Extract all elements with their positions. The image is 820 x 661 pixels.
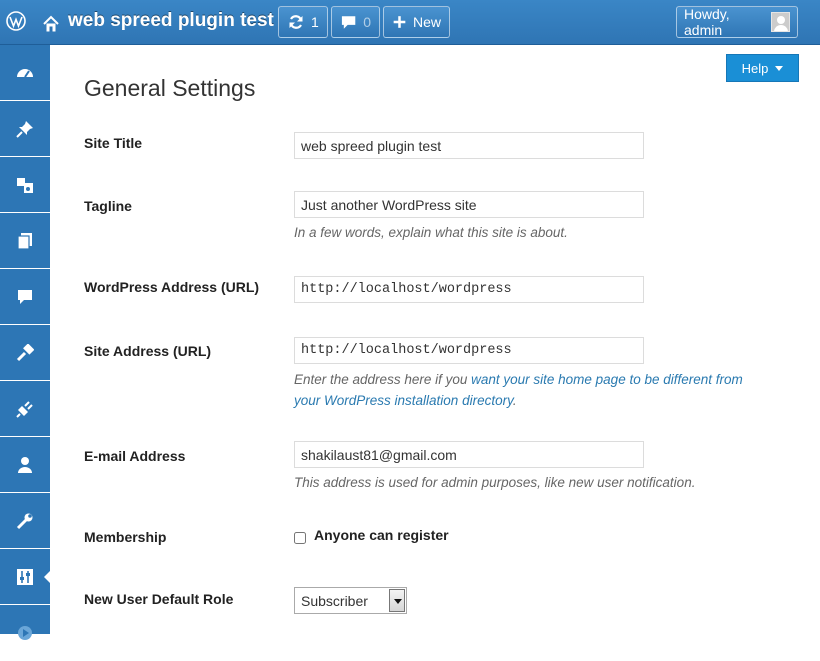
default-role-label: New User Default Role xyxy=(84,591,234,607)
email-label: E-mail Address xyxy=(84,448,186,464)
comments-button[interactable]: 0 xyxy=(331,6,380,38)
pages-icon xyxy=(17,232,32,250)
wp-address-label: WordPress Address (URL) xyxy=(84,279,260,295)
site-address-label: Site Address (URL) xyxy=(84,343,212,359)
anyone-can-register-checkbox[interactable] xyxy=(294,532,306,544)
avatar xyxy=(771,12,790,32)
menu-dashboard[interactable] xyxy=(0,45,50,101)
menu-posts[interactable] xyxy=(0,101,50,157)
default-role-select[interactable]: Subscriber xyxy=(294,587,407,614)
refresh-icon xyxy=(289,15,303,29)
menu-settings[interactable] xyxy=(0,549,50,605)
comments-count: 0 xyxy=(363,14,371,30)
site-address-description: Enter the address here if you want your … xyxy=(294,369,794,411)
comments-icon xyxy=(18,289,32,304)
anyone-can-register-label[interactable]: Anyone can register xyxy=(314,527,449,543)
site-address-help-link-2[interactable]: your WordPress installation directory xyxy=(294,393,513,408)
new-content-button[interactable]: New xyxy=(383,6,450,38)
users-icon xyxy=(18,456,32,473)
default-role-value: Subscriber xyxy=(301,593,368,609)
tools-icon xyxy=(16,513,33,529)
updates-count: 1 xyxy=(311,14,319,30)
collapse-icon xyxy=(18,626,32,640)
menu-media[interactable] xyxy=(0,157,50,213)
site-address-description-suffix: . xyxy=(512,393,517,408)
page-title: General Settings xyxy=(84,75,256,101)
tagline-description: In a few words, explain what this site i… xyxy=(294,225,568,240)
appearance-icon xyxy=(16,343,34,361)
menu-users[interactable] xyxy=(0,437,50,493)
plus-icon xyxy=(393,16,406,28)
site-title-label: Site Title xyxy=(84,135,143,151)
my-account-button[interactable]: Howdy, admin xyxy=(676,6,798,38)
site-title-link[interactable]: web spreed plugin test xyxy=(68,10,274,32)
dashboard-icon xyxy=(17,68,33,78)
home-icon[interactable] xyxy=(42,15,60,33)
site-address-description-prefix: Enter the address here if you xyxy=(294,372,472,387)
menu-pages[interactable] xyxy=(0,213,50,269)
pin-icon xyxy=(16,120,33,138)
new-label: New xyxy=(412,14,441,30)
admin-menu xyxy=(0,45,50,640)
help-button[interactable]: Help xyxy=(726,54,799,82)
plugins-icon xyxy=(16,400,33,418)
howdy-label: Howdy, admin xyxy=(684,6,730,38)
menu-appearance[interactable] xyxy=(0,325,50,381)
wordpress-logo-icon[interactable] xyxy=(6,11,26,31)
site-title-input[interactable] xyxy=(294,132,644,159)
menu-tools[interactable] xyxy=(0,493,50,549)
dropdown-arrow-icon[interactable] xyxy=(389,589,405,612)
email-description: This address is used for admin purposes,… xyxy=(294,475,696,490)
membership-label: Membership xyxy=(84,529,167,545)
email-input[interactable] xyxy=(294,441,644,468)
menu-comments[interactable] xyxy=(0,269,50,325)
collapse-menu-button[interactable] xyxy=(0,605,50,661)
updates-button[interactable]: 1 xyxy=(278,6,328,38)
media-icon xyxy=(17,177,33,193)
admin-bar: web spreed plugin test 1 0 New Howdy, ad… xyxy=(0,0,820,45)
help-label: Help xyxy=(741,60,769,76)
tagline-label: Tagline xyxy=(84,198,132,214)
settings-icon xyxy=(17,568,33,585)
caret-down-icon xyxy=(775,65,784,71)
site-address-input[interactable] xyxy=(294,337,644,364)
site-address-help-link[interactable]: want your site home page to be different… xyxy=(471,372,743,387)
comment-bubble-icon xyxy=(341,16,356,29)
menu-plugins[interactable] xyxy=(0,381,50,437)
tagline-input[interactable] xyxy=(294,191,644,218)
wp-address-input[interactable] xyxy=(294,276,644,303)
